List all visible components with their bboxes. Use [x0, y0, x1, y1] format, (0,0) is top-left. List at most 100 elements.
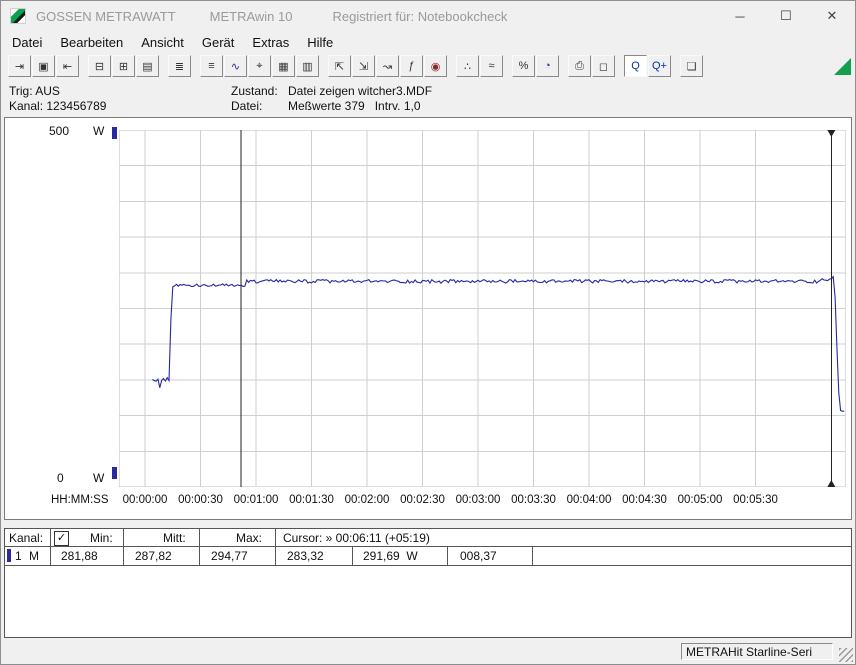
datei-value: Meßwerte 379 Intrv. 1,0	[288, 99, 421, 113]
x-tick-label: 00:02:30	[400, 494, 445, 506]
view-bars-button[interactable]: ▥	[296, 55, 319, 77]
table-divider	[532, 546, 533, 565]
table-cursor-header: Cursor: » 00:06:11 (+05:19)	[283, 531, 430, 545]
toolbar-group: ⎙ ◻	[568, 55, 616, 77]
minimize-button[interactable]: ─	[717, 1, 763, 31]
card-write-button[interactable]: ⊞	[112, 55, 135, 77]
power-plot[interactable]	[119, 130, 846, 487]
view-crosshair-button[interactable]: ⌖	[248, 55, 271, 77]
table-max-header: Max:	[236, 531, 263, 545]
file-import-button[interactable]: ⇥	[8, 55, 31, 77]
cursor1-value: 283,32	[287, 549, 324, 563]
x-tick-label: 00:01:00	[233, 494, 279, 506]
x-tick-label: 00:05:00	[677, 494, 723, 506]
table-divider	[199, 529, 200, 565]
view-graph-button[interactable]: ∿	[224, 55, 247, 77]
trig-value: AUS	[35, 84, 60, 98]
zoom-window-button[interactable]: Q	[624, 55, 647, 77]
x-tick-label: 00:03:00	[455, 494, 501, 506]
close-button[interactable]: ✕	[809, 1, 855, 31]
title-bar: GOSSEN METRAWATT METRAwin 10 Registriert…	[1, 1, 855, 31]
x-tick-label: 00:05:30	[733, 494, 778, 506]
toolbar-group: ≡ ∿ ⌖ ▦ ▥	[200, 55, 320, 77]
menu-bearbeiten[interactable]: Bearbeiten	[51, 33, 132, 52]
title-brand: GOSSEN METRAWATT	[36, 8, 176, 24]
x-tick-label: 00:04:30	[622, 494, 667, 506]
meter-button[interactable]: ◉	[424, 55, 447, 77]
zustand-label: Zustand:	[231, 84, 278, 98]
y-min-label: 0	[57, 471, 64, 485]
menu-extras[interactable]: Extras	[243, 33, 298, 52]
table-divider	[275, 529, 276, 565]
toolbar-group: ⊟ ⊞ ▤	[88, 55, 160, 77]
mitt-value: 287,82	[135, 549, 172, 563]
window-import-button[interactable]: ⇲	[352, 55, 375, 77]
zoom-in-button[interactable]: Q+	[648, 55, 671, 77]
chart-panel: 500 W 0 W HH:MM:SS 00:00:00 00:00:30 00:01…	[4, 117, 852, 520]
cursor2-value: 291,69 W	[363, 549, 418, 563]
print-preview-button[interactable]: ◻	[592, 55, 615, 77]
x-tick-label: 00:00:00	[122, 494, 168, 506]
table-divider	[5, 565, 851, 566]
max-value: 294,77	[211, 549, 248, 563]
title-app-name: METRAwin 10	[209, 8, 293, 24]
x-tick-label: 00:01:30	[289, 494, 334, 506]
channel-number[interactable]: 1	[15, 549, 22, 563]
x-tick-label: 00:00:30	[178, 494, 223, 506]
channel-visible-checkbox[interactable]: ✓	[54, 531, 69, 546]
x-tick-label: 00:04:00	[566, 494, 612, 506]
range-marker-bottom-icon[interactable]	[112, 467, 117, 479]
app-logo-icon	[10, 8, 26, 24]
function-button[interactable]: ƒ	[400, 55, 423, 77]
file-open-button[interactable]: ⇤	[56, 55, 79, 77]
menu-hilfe[interactable]: Hilfe	[298, 33, 342, 52]
stats-button[interactable]: ∴	[456, 55, 479, 77]
percent-button[interactable]: %	[512, 55, 535, 77]
table-divider	[352, 546, 353, 565]
window-export-button[interactable]: ⇱	[328, 55, 351, 77]
status-bar: METRAHit Starline-Seri	[1, 640, 855, 664]
toolbar-group: Q Q+	[624, 55, 672, 77]
trend-button[interactable]: ↝	[376, 55, 399, 77]
waveform-button[interactable]: ≈	[480, 55, 503, 77]
file-save-button[interactable]: ▣	[32, 55, 55, 77]
resize-grip-icon[interactable]	[839, 648, 853, 662]
clock-button[interactable]: ◔	[536, 55, 559, 77]
menu-ansicht[interactable]: Ansicht	[132, 33, 193, 52]
kanal-value: 123456789	[46, 99, 107, 113]
table-divider	[5, 546, 851, 547]
trig-label: Trig: AUS	[9, 84, 60, 98]
toolbar-group: % ◔	[512, 55, 560, 77]
card-read-button[interactable]: ⊟	[88, 55, 111, 77]
min-value: 281,88	[61, 549, 98, 563]
toolbar: ⇥ ▣ ⇤ ⊟ ⊞ ▤ ≣ ≡ ∿ ⌖ ▦ ▥ ⇱ ⇲ ↝ ƒ ◉ ∴ ≈% ◔ ⎙ ◻ Q Q+ ❏	[1, 53, 855, 79]
channel-mode: M	[29, 549, 39, 563]
print-button[interactable]: ⎙	[568, 55, 591, 77]
x-tick-label: 00:03:30	[511, 494, 556, 506]
y-unit-top-label: W	[93, 124, 105, 138]
table-mitt-header: Mitt:	[163, 531, 186, 545]
toolbar-group: ∴ ≈	[456, 55, 504, 77]
tooltip-button[interactable]: ❏	[680, 55, 703, 77]
range-marker-top-icon[interactable]	[112, 127, 117, 139]
table-divider	[447, 546, 448, 565]
card-config-button[interactable]: ▤	[136, 55, 159, 77]
toolbar-group: ❏	[680, 55, 704, 77]
y-max-label: 500	[49, 124, 70, 138]
device-status: METRAHit Starline-Seri	[681, 643, 833, 660]
menu-datei[interactable]: Datei	[3, 33, 51, 52]
x-axis-format-label: HH:MM:SS	[51, 494, 109, 506]
table-divider	[123, 529, 124, 565]
view-table-button[interactable]: ▦	[272, 55, 295, 77]
toolbar-group: ⇥ ▣ ⇤	[8, 55, 80, 77]
zustand-value: Datei zeigen witcher3.MDF	[288, 84, 433, 98]
view-list-button[interactable]: ≡	[200, 55, 223, 77]
print-log-button[interactable]: ≣	[168, 55, 191, 77]
title-registered: Registriert für: Notebookcheck	[332, 8, 508, 24]
table-divider	[50, 529, 51, 565]
menu-gerät[interactable]: Gerät	[193, 33, 244, 52]
x-tick-label: 00:02:00	[344, 494, 390, 506]
channel-table: Kanal: ✓ Min: Mitt: Max: Cursor: » 00:06…	[4, 528, 852, 638]
kanal-label: Kanal: 123456789	[9, 99, 107, 113]
maximize-button[interactable]: ☐	[763, 1, 809, 31]
